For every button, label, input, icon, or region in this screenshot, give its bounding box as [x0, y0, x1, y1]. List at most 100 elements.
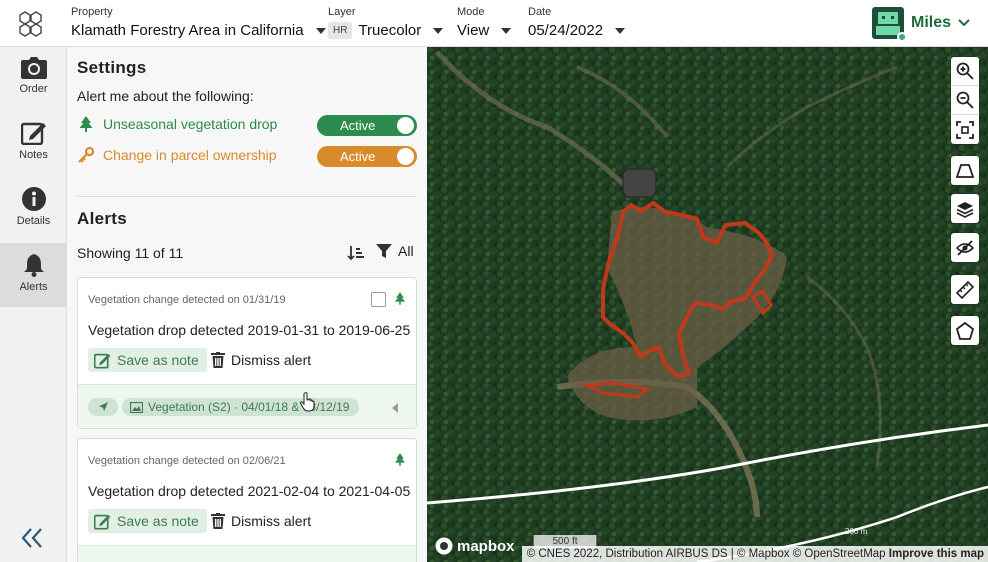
edit-icon — [94, 353, 111, 369]
alert-card[interactable]: Vegetation change detected on 02/06/21 V… — [77, 438, 417, 562]
top-bar: Property Klamath Forestry Area in Califo… — [0, 0, 988, 47]
dismiss-alert-button[interactable]: Dismiss alert — [211, 348, 311, 372]
app-logo-icon[interactable] — [16, 10, 46, 38]
rule-label: Unseasonal vegetation drop — [103, 116, 278, 132]
dismiss-alert-button[interactable]: Dismiss alert — [211, 509, 311, 533]
perspective-button[interactable] — [951, 156, 979, 185]
alerts-count: Showing 11 of 11 — [77, 245, 184, 261]
edit-icon — [20, 122, 46, 145]
zoom-out-icon — [956, 91, 974, 109]
chevron-down-icon — [433, 27, 444, 34]
alert-card-footer: Vegetation (S2) · 04/01/18 & 08/12/19 — [78, 384, 416, 428]
fit-bounds-icon — [956, 120, 974, 139]
alerts-heading: Alerts — [77, 209, 127, 228]
perspective-icon — [956, 163, 974, 178]
zoom-in-icon — [956, 62, 974, 80]
mapbox-icon — [435, 537, 453, 555]
alert-title: Vegetation drop detected 2019-01-31 to 2… — [88, 322, 411, 338]
rule-vegetation: Unseasonal vegetation drop — [77, 113, 277, 135]
rail-item-details[interactable]: Details — [0, 177, 67, 241]
layer-label: Layer — [328, 6, 356, 18]
layers-icon — [956, 201, 974, 218]
chevron-down-icon — [501, 27, 512, 34]
navigate-to-button[interactable] — [88, 398, 118, 416]
rule-label: Change in parcel ownership — [103, 147, 277, 163]
rule-ownership: Change in parcel ownership — [77, 144, 277, 166]
layers-control — [951, 194, 979, 223]
info-icon — [21, 187, 46, 211]
ownership-alert-toggle[interactable]: Active — [317, 146, 417, 167]
sort-icon[interactable] — [347, 245, 365, 261]
draw-control — [951, 316, 979, 345]
layer-select[interactable]: Layer HR Truecolor — [328, 6, 444, 39]
mapbox-logo[interactable]: mapbox — [435, 537, 515, 555]
measure-control — [951, 275, 979, 304]
draw-polygon-button[interactable] — [951, 316, 979, 345]
toggle-state: Active — [340, 149, 376, 164]
online-status-dot — [896, 32, 907, 42]
zoom-controls — [951, 57, 979, 144]
alert-checkbox[interactable] — [371, 292, 386, 307]
improve-map-link[interactable]: Improve this map — [889, 548, 984, 560]
mode-select[interactable]: Mode View — [457, 6, 512, 39]
user-menu[interactable]: Miles — [871, 7, 970, 42]
alerts-panel: Settings Alert me about the following: U… — [67, 47, 427, 562]
property-value: Klamath Forestry Area in California — [71, 22, 304, 39]
settings-heading: Settings — [77, 58, 147, 77]
save-as-note-button[interactable]: Save as note — [88, 509, 207, 533]
date-select[interactable]: Date 05/24/2022 — [528, 6, 626, 39]
save-as-note-label: Save as note — [117, 513, 199, 529]
hide-icon — [956, 239, 974, 256]
rail-item-label: Alerts — [19, 281, 48, 293]
toggle-knob — [397, 117, 414, 134]
attribution-text[interactable]: © CNES 2022, Distribution AIRBUS DS | © … — [527, 548, 886, 560]
map-view[interactable]: 200 m mapbox 500 ft © CNES 2022, Distrib… — [427, 47, 988, 562]
chevron-down-icon — [615, 27, 626, 34]
perspective-control — [951, 156, 979, 185]
map-attribution: © CNES 2022, Distribution AIRBUS DS | © … — [521, 546, 988, 562]
visibility-control — [951, 233, 979, 262]
trash-icon — [211, 513, 225, 529]
zoom-out-button[interactable] — [951, 86, 979, 115]
filter-button[interactable]: All — [376, 243, 414, 259]
collapse-arrow-icon[interactable] — [392, 403, 398, 413]
satellite-imagery: 200 m — [427, 47, 988, 562]
hand-cursor-icon — [300, 392, 315, 412]
draw-polygon-icon — [956, 321, 974, 340]
ruler-icon — [956, 280, 974, 299]
alert-card[interactable]: Vegetation change detected on 01/31/19 V… — [77, 277, 417, 429]
tree-icon — [394, 292, 406, 305]
toggle-knob — [397, 148, 414, 165]
rail-item-label: Notes — [19, 149, 48, 161]
rail-item-label: Order — [19, 83, 48, 95]
zoom-in-button[interactable] — [951, 57, 979, 86]
chevron-down-icon — [958, 19, 970, 27]
fit-bounds-button[interactable] — [951, 115, 979, 144]
divider — [77, 196, 417, 197]
rail-item-alerts[interactable]: Alerts — [0, 243, 67, 307]
hide-overlay-button[interactable] — [951, 233, 979, 262]
save-as-note-button[interactable]: Save as note — [88, 348, 207, 372]
layer-pill-label: Vegetation (S2) · 04/01/18 & 08/12/19 — [148, 400, 350, 414]
layer-comparison-pill[interactable]: Vegetation (S2) · 04/01/18 & 08/12/19 — [122, 398, 360, 416]
location-arrow-icon — [99, 402, 108, 412]
key-icon — [78, 146, 95, 163]
mode-value: View — [457, 22, 490, 39]
collapse-panel-icon[interactable] — [20, 527, 46, 549]
toggle-state: Active — [340, 118, 376, 133]
property-select[interactable]: Property Klamath Forestry Area in Califo… — [71, 6, 326, 39]
contour-label: 200 m — [845, 527, 868, 536]
alert-card-footer — [78, 545, 416, 562]
date-value: 05/24/2022 — [528, 22, 604, 39]
vegetation-alert-toggle[interactable]: Active — [317, 115, 417, 136]
measure-button[interactable] — [951, 275, 979, 304]
layer-value: Truecolor — [358, 22, 422, 39]
filter-icon — [376, 244, 392, 258]
rail-item-notes[interactable]: Notes — [0, 111, 67, 175]
rail-item-order[interactable]: Order — [0, 47, 67, 111]
mapbox-wordmark: mapbox — [457, 537, 515, 555]
save-as-note-label: Save as note — [117, 352, 199, 368]
camera-icon — [20, 57, 47, 79]
resolution-badge: HR — [328, 22, 353, 39]
layers-button[interactable] — [951, 194, 979, 223]
